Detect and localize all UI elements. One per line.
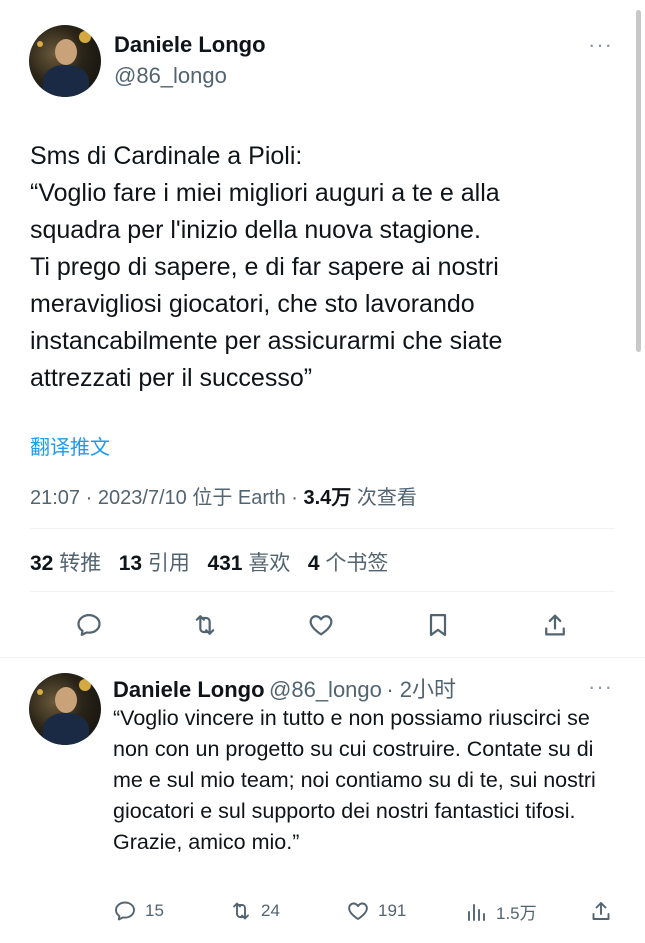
reply-timestamp[interactable]: · 2小时 — [386, 677, 456, 702]
divider — [30, 591, 615, 592]
like-icon — [348, 902, 368, 920]
reply-replies-button[interactable]: 15 — [113, 899, 164, 923]
tweet-text: Sms di Cardinale a Pioli: “Voglio fare i… — [30, 142, 503, 392]
reply-likes-count: 191 — [378, 901, 407, 920]
retweet-icon — [233, 902, 249, 920]
reply-retweets-count: 24 — [261, 901, 280, 920]
reply-avatar[interactable] — [29, 673, 101, 745]
reply-button[interactable] — [71, 607, 107, 643]
reply-icon — [77, 613, 101, 637]
reply-author-name[interactable]: Daniele Longo — [113, 677, 265, 702]
retweets-stat[interactable]: 32 转推 — [30, 552, 101, 575]
quotes-stat[interactable]: 13 引用 — [119, 552, 190, 575]
reply-replies-count: 15 — [145, 901, 164, 920]
reply-text: “Voglio vincere in tutto e non possiamo … — [113, 706, 596, 854]
bookmark-icon — [429, 613, 447, 637]
share-button[interactable] — [537, 607, 573, 643]
views-count: 3.4万 — [303, 487, 352, 509]
reply-retweet-button[interactable]: 24 — [229, 899, 280, 923]
reply-views-count: 1.5万 — [496, 904, 537, 923]
translate-tweet-link[interactable]: 翻译推文 — [30, 431, 110, 460]
reply-header: Daniele Longo @86_longo · 2小时 — [113, 672, 456, 704]
tweet-meta: 21:07 · 2023/7/10 位于 Earth · 3.4万 次查看 — [30, 481, 417, 510]
views-label: 次查看 — [351, 487, 417, 509]
retweet-icon — [195, 615, 215, 635]
share-icon — [592, 902, 610, 920]
bookmark-button[interactable] — [420, 607, 456, 643]
views-chart-icon — [468, 903, 485, 921]
reply-like-button[interactable]: 191 — [346, 899, 406, 923]
author-handle[interactable]: @86_longo — [114, 63, 227, 89]
share-icon — [545, 614, 565, 636]
retweet-button[interactable] — [187, 607, 223, 643]
more-options-icon[interactable]: ··· — [588, 32, 613, 58]
divider — [30, 528, 615, 529]
reply-share-button[interactable] — [589, 899, 621, 923]
tweet-timestamp[interactable]: 21:07 · 2023/7/10 位于 Earth · — [30, 487, 304, 509]
likes-stat[interactable]: 431 喜欢 — [207, 552, 290, 575]
tweet-stats: 32 转推 13 引用 431 喜欢 4 个书签 — [30, 547, 388, 577]
divider — [0, 657, 645, 658]
reply-more-options-icon[interactable]: ··· — [588, 674, 613, 700]
reply-author-handle[interactable]: @86_longo — [269, 677, 382, 702]
like-icon — [309, 615, 333, 636]
like-button[interactable] — [303, 607, 339, 643]
reply-views-button[interactable]: 1.5万 — [464, 899, 537, 924]
reply-icon — [115, 901, 135, 921]
bookmarks-stat[interactable]: 4 个书签 — [308, 552, 389, 575]
scrollbar[interactable] — [636, 10, 641, 352]
avatar[interactable] — [29, 25, 101, 97]
author-name[interactable]: Daniele Longo — [114, 32, 266, 58]
